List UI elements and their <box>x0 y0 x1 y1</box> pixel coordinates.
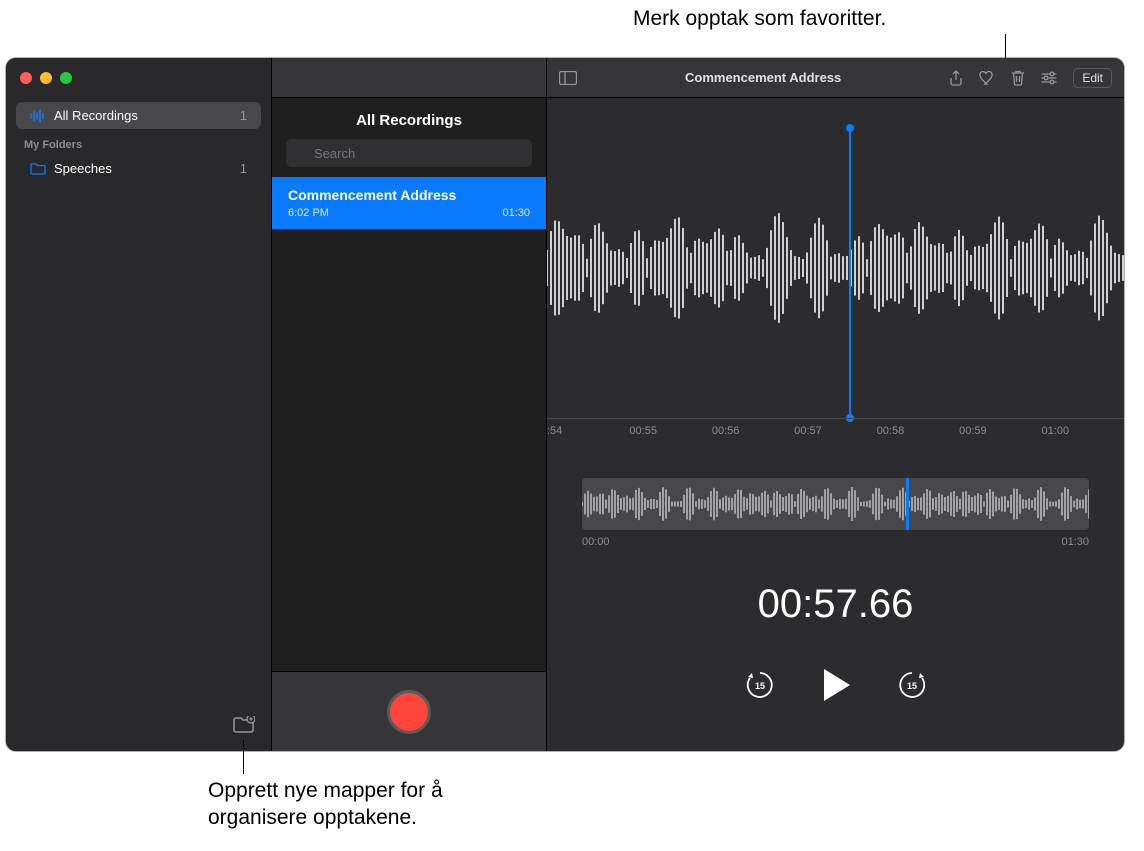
waveform-display[interactable]: :54 00:55 00:56 00:57 00:58 00:59 01:00 <box>547 98 1124 448</box>
overview-start: 00:00 <box>582 536 610 548</box>
sidebar-section-header: My Folders <box>6 129 271 155</box>
edit-button[interactable]: Edit <box>1073 68 1112 88</box>
sidebar-item-count: 1 <box>240 108 247 123</box>
minimize-button[interactable] <box>40 72 52 84</box>
folder-icon <box>30 163 46 175</box>
window-controls <box>20 72 72 84</box>
detail-panel: Commencement Address Edit <box>547 58 1124 751</box>
callout-favorite: Merk opptak som favoritter. <box>633 5 886 32</box>
recording-item[interactable]: Commencement Address 6:02 PM 01:30 <box>272 177 546 229</box>
svg-text:15: 15 <box>906 681 916 691</box>
list-title: All Recordings <box>272 98 546 139</box>
maximize-button[interactable] <box>60 72 72 84</box>
sidebar-item-count: 1 <box>240 161 247 176</box>
close-button[interactable] <box>20 72 32 84</box>
share-icon[interactable] <box>949 70 963 86</box>
skip-forward-button[interactable]: 15 <box>896 669 928 701</box>
recording-title: Commencement Address <box>288 187 530 203</box>
record-button[interactable] <box>387 690 431 734</box>
skip-back-button[interactable]: 15 <box>744 669 776 701</box>
recordings-list: All Recordings Commencement Address 6:02… <box>272 58 547 751</box>
time-display: 00:57.66 <box>547 582 1124 627</box>
settings-icon[interactable] <box>1041 71 1057 85</box>
search-input[interactable] <box>286 139 532 167</box>
sidebar-item-all-recordings[interactable]: All Recordings 1 <box>16 102 261 129</box>
trash-icon[interactable] <box>1011 70 1025 86</box>
toolbar: Commencement Address Edit <box>547 58 1124 98</box>
svg-text:15: 15 <box>754 681 764 691</box>
time-ruler: :54 00:55 00:56 00:57 00:58 00:59 01:00 <box>547 418 1124 448</box>
recording-time: 6:02 PM <box>288 207 329 219</box>
transport-controls: 15 15 <box>547 667 1124 723</box>
playhead[interactable] <box>849 128 851 418</box>
new-folder-button[interactable] <box>233 716 255 739</box>
play-button[interactable] <box>820 667 852 703</box>
toolbar-title: Commencement Address <box>577 70 949 85</box>
callout-new-folder: Opprett nye mapper for å organisere oppt… <box>208 777 508 832</box>
sidebar-toggle-icon[interactable] <box>559 71 577 85</box>
sidebar-item-label: Speeches <box>54 161 112 176</box>
app-window: All Recordings 1 My Folders Speeches 1 A… <box>6 58 1124 751</box>
favorite-icon[interactable] <box>979 71 995 85</box>
overview-track[interactable] <box>582 478 1089 530</box>
waveform-icon <box>30 109 46 123</box>
sidebar-item-folder[interactable]: Speeches 1 <box>16 155 261 182</box>
sidebar-item-label: All Recordings <box>54 108 138 123</box>
recording-duration: 01:30 <box>502 207 530 219</box>
overview-end: 01:30 <box>1061 536 1089 548</box>
sidebar: All Recordings 1 My Folders Speeches 1 <box>6 58 272 751</box>
